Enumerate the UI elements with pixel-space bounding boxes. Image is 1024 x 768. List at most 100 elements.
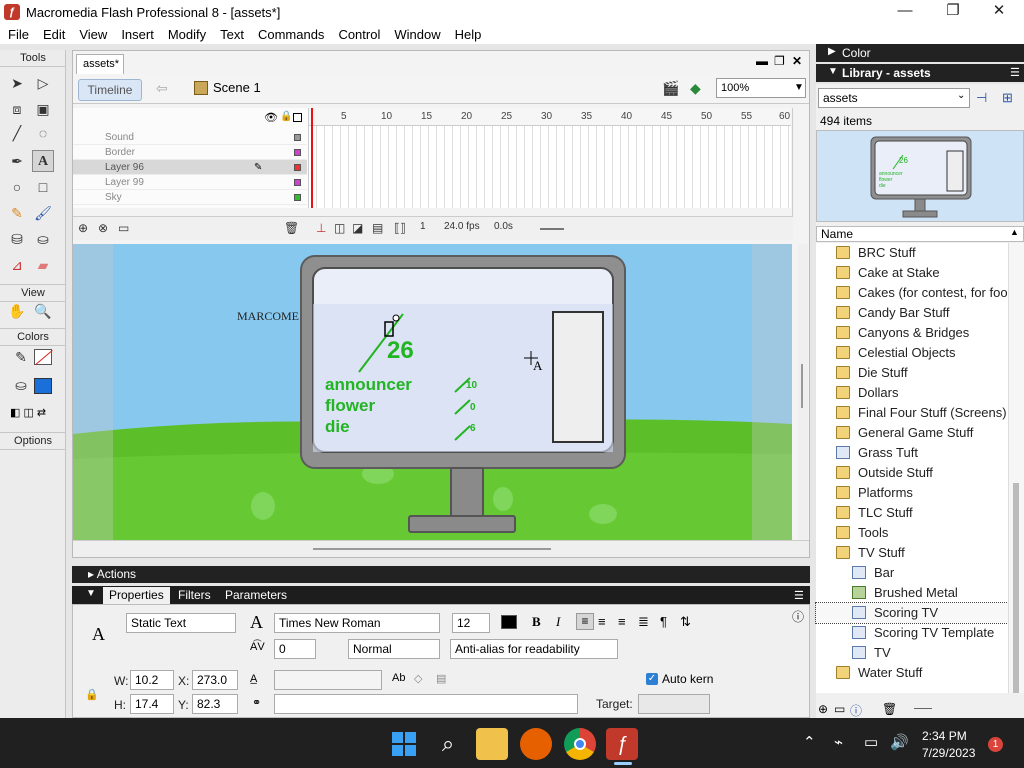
playhead[interactable] bbox=[311, 108, 313, 208]
align-left-button[interactable]: ≡ bbox=[576, 613, 594, 630]
library-item[interactable]: Celestial Objects bbox=[816, 343, 1008, 363]
back-arrow-icon[interactable]: ⇦ bbox=[156, 80, 168, 97]
subselect-tool-icon[interactable]: ▷ bbox=[32, 72, 54, 94]
library-item[interactable]: Final Four Stuff (Screens) bbox=[816, 403, 1008, 423]
flash-taskbar-icon[interactable]: ƒ bbox=[606, 728, 638, 760]
paint-bucket-tool-icon[interactable]: ⛀ bbox=[32, 228, 54, 250]
target-select[interactable] bbox=[638, 694, 710, 714]
fill-color-swatch[interactable] bbox=[34, 378, 52, 394]
label-die[interactable]: die bbox=[325, 417, 350, 437]
show-hide-all-icon[interactable]: 👁 bbox=[264, 111, 278, 124]
tab-properties[interactable]: Properties bbox=[103, 587, 170, 604]
library-item[interactable]: Grass Tuft bbox=[816, 443, 1008, 463]
doc-restore-icon[interactable]: ❐ bbox=[774, 54, 785, 68]
y-field[interactable]: 82.3 bbox=[192, 694, 238, 714]
tab-parameters[interactable]: Parameters bbox=[219, 587, 293, 604]
menu-edit[interactable]: Edit bbox=[37, 27, 73, 42]
library-resize-handle[interactable] bbox=[914, 708, 932, 709]
notification-badge[interactable]: 1 bbox=[988, 737, 1003, 752]
add-guide-layer-icon[interactable]: ⊗ bbox=[98, 221, 108, 235]
timeline-hscroll[interactable] bbox=[540, 228, 564, 230]
anti-alias-select[interactable]: Anti-alias for readability bbox=[450, 639, 618, 659]
character-position-select[interactable]: Normal bbox=[348, 639, 440, 659]
clock-time[interactable]: 2:34 PM bbox=[922, 729, 967, 743]
menu-commands[interactable]: Commands bbox=[252, 27, 332, 42]
font-size-field[interactable]: 12 bbox=[452, 613, 490, 633]
timeline-toggle-button[interactable]: Timeline bbox=[78, 79, 142, 101]
onion-outlines-icon[interactable]: ◪ bbox=[352, 221, 363, 235]
actions-panel-header[interactable]: ▸ Actions bbox=[72, 566, 810, 583]
library-dropdown-icon[interactable]: ⌄ bbox=[957, 90, 965, 101]
x-field[interactable]: 273.0 bbox=[192, 670, 238, 690]
new-symbol-icon[interactable]: ⊕ bbox=[818, 702, 828, 716]
start-icon[interactable] bbox=[388, 728, 420, 760]
italic-button[interactable]: I bbox=[556, 614, 560, 630]
small-number[interactable]: 0 bbox=[470, 402, 476, 413]
letter-spacing-field[interactable]: 0 bbox=[274, 639, 316, 659]
justify-button[interactable]: ≣ bbox=[638, 614, 649, 630]
menu-help[interactable]: Help bbox=[449, 27, 490, 42]
eraser-tool-icon[interactable]: ▰ bbox=[32, 254, 54, 276]
eyedropper-tool-icon[interactable]: ⊿ bbox=[6, 254, 28, 276]
tab-filters[interactable]: Filters bbox=[172, 587, 217, 604]
align-center-button[interactable]: ≡ bbox=[598, 614, 606, 629]
insert-folder-icon[interactable]: ▭ bbox=[118, 221, 129, 235]
center-frame-icon[interactable]: ⊥ bbox=[316, 221, 326, 235]
file-explorer-icon[interactable] bbox=[476, 728, 508, 760]
zoom-select[interactable]: 100% bbox=[716, 78, 806, 98]
small-number[interactable]: 6 bbox=[470, 423, 476, 434]
edit-multiple-frames-icon[interactable]: ▤ bbox=[372, 221, 383, 235]
pencil-tool-icon[interactable]: ✎ bbox=[6, 202, 28, 224]
library-item[interactable]: Scoring TV bbox=[815, 602, 1009, 624]
marcom-text[interactable]: MARCOME bbox=[237, 309, 299, 324]
minimize-button[interactable]: — bbox=[882, 0, 928, 24]
stage[interactable] bbox=[73, 244, 792, 540]
rectangle-tool-icon[interactable]: □ bbox=[32, 176, 54, 198]
library-item[interactable]: Scoring TV Template bbox=[816, 623, 1008, 643]
layer-row[interactable]: Border bbox=[73, 145, 307, 160]
auto-kern-checkbox[interactable]: ✓ bbox=[646, 673, 658, 685]
layer-row[interactable]: Sound bbox=[73, 130, 307, 145]
library-item[interactable]: Candy Bar Stuff bbox=[816, 303, 1008, 323]
hand-tool-icon[interactable]: ✋ bbox=[6, 300, 28, 322]
layer-row-selected[interactable]: Layer 96 bbox=[73, 160, 307, 175]
oval-tool-icon[interactable]: ○ bbox=[6, 176, 28, 198]
text-orientation-button[interactable]: ⇅ bbox=[680, 614, 691, 630]
chrome-icon[interactable] bbox=[564, 728, 596, 760]
onion-skin-icon[interactable]: ◫ bbox=[334, 221, 345, 235]
label-announcer[interactable]: announcer bbox=[325, 375, 412, 395]
library-item[interactable]: Water Stuff bbox=[816, 663, 1008, 683]
document-tab[interactable]: assets* bbox=[76, 54, 124, 74]
lock-size-icon[interactable]: 🔒 bbox=[85, 688, 99, 701]
render-html-icon[interactable]: ◇ bbox=[414, 672, 422, 685]
doc-minimize-icon[interactable]: ▬ bbox=[756, 54, 768, 68]
new-folder-icon[interactable]: ▭ bbox=[834, 702, 845, 716]
menu-window[interactable]: Window bbox=[388, 27, 448, 42]
library-select[interactable]: assets bbox=[818, 88, 970, 108]
library-item[interactable]: BRC Stuff bbox=[816, 243, 1008, 263]
stroke-color-icon[interactable]: ✎ bbox=[10, 346, 32, 368]
library-item[interactable]: Cakes (for contest, for food bbox=[816, 283, 1008, 303]
line-tool-icon[interactable]: ╱ bbox=[6, 122, 28, 144]
free-transform-tool-icon[interactable]: ⧈ bbox=[6, 98, 28, 120]
volume-icon[interactable]: 🔊 bbox=[890, 733, 909, 751]
panel-menu-icon[interactable]: ☰ bbox=[794, 589, 804, 602]
edit-symbols-icon[interactable]: ◆ bbox=[690, 80, 701, 97]
height-field[interactable]: 17.4 bbox=[130, 694, 174, 714]
library-item[interactable]: Tools bbox=[816, 523, 1008, 543]
score-number[interactable]: 26 bbox=[387, 337, 414, 365]
library-item[interactable]: Die Stuff bbox=[816, 363, 1008, 383]
font-family-select[interactable]: Times New Roman bbox=[274, 613, 440, 633]
show-hidden-icons-icon[interactable]: ⌃ bbox=[803, 733, 816, 751]
fill-transform-tool-icon[interactable]: ▣ bbox=[32, 98, 54, 120]
zoom-dropdown-icon[interactable]: ▼ bbox=[794, 82, 804, 93]
url-link-field[interactable] bbox=[274, 670, 382, 690]
pin-library-icon[interactable]: ⊣ bbox=[976, 90, 987, 106]
outline-all-icon[interactable] bbox=[293, 113, 302, 122]
library-name-column[interactable]: Name bbox=[816, 226, 1024, 242]
menu-text[interactable]: Text bbox=[214, 27, 252, 42]
color-panel-header[interactable]: Color bbox=[816, 44, 1024, 62]
delete-layer-icon[interactable]: 🗑 bbox=[284, 221, 299, 235]
menu-insert[interactable]: Insert bbox=[115, 27, 162, 42]
modify-onion-markers-icon[interactable]: ⟦⟧ bbox=[394, 221, 406, 235]
